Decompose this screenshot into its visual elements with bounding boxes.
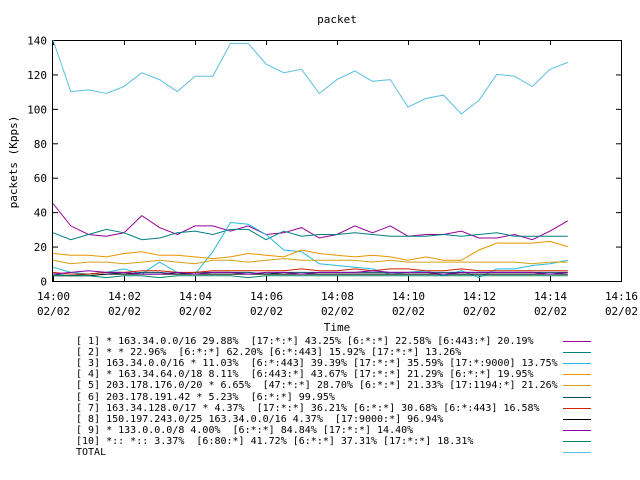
legend-entry-label: [ 9] * 133.0.0.0/8 4.00% [6:*:*] 84.84% … (76, 424, 414, 436)
legend-entry-swatch (563, 418, 591, 420)
legend-entry-label: [ 1] * 163.34.0.0/16 29.88% [17:*:*] 43.… (76, 336, 534, 347)
legend-entry-swatch (563, 429, 591, 431)
legend-entry-swatch (563, 452, 591, 453)
legend-entry-swatch (563, 396, 591, 398)
legend-entry-swatch (563, 363, 591, 365)
legend-entry-swatch (563, 352, 591, 354)
legend-entry-label: [ 3] 163.34.0.0/16 * 11.03% [6:*:443] 39… (76, 358, 558, 370)
legend-entry-label: [ 5] 203.178.176.0/20 * 6.65% [47:*:*] 2… (76, 380, 558, 392)
legend-entry-swatch (563, 374, 591, 376)
legend-entry-swatch (563, 440, 591, 442)
legend-entry-label: [ 2] * * 22.96% [6:*:*] 62.20% [6:*:443]… (76, 347, 462, 359)
legend-entry-label: TOTAL (76, 447, 107, 458)
legend-entry-label: [ 6] 203.178.191.42 * 5.23% [6:*:*] 99.9… (76, 391, 335, 403)
legend-entry-swatch (563, 385, 591, 387)
legend: [ 1] * 163.34.0.0/16 29.88% [17:*:*] 43.… (0, 0, 640, 480)
legend-entry-swatch (563, 407, 591, 409)
legend-entry-label: [ 7] 163.34.128.0/17 * 4.37% [17:*:*] 36… (76, 402, 540, 414)
legend-entry-label: [10] *:: *:: 3.37% [6:80:*] 41.72% [6:*:… (76, 435, 474, 447)
legend-entry-label: [ 4] * 163.34.64.0/18 8.11% [6:443:*] 43… (76, 369, 534, 381)
legend-entry-label: [ 8] 150.197.243.0/25 163.34.0.0/16 4.37… (76, 413, 444, 425)
legend-entry-swatch (563, 341, 591, 342)
